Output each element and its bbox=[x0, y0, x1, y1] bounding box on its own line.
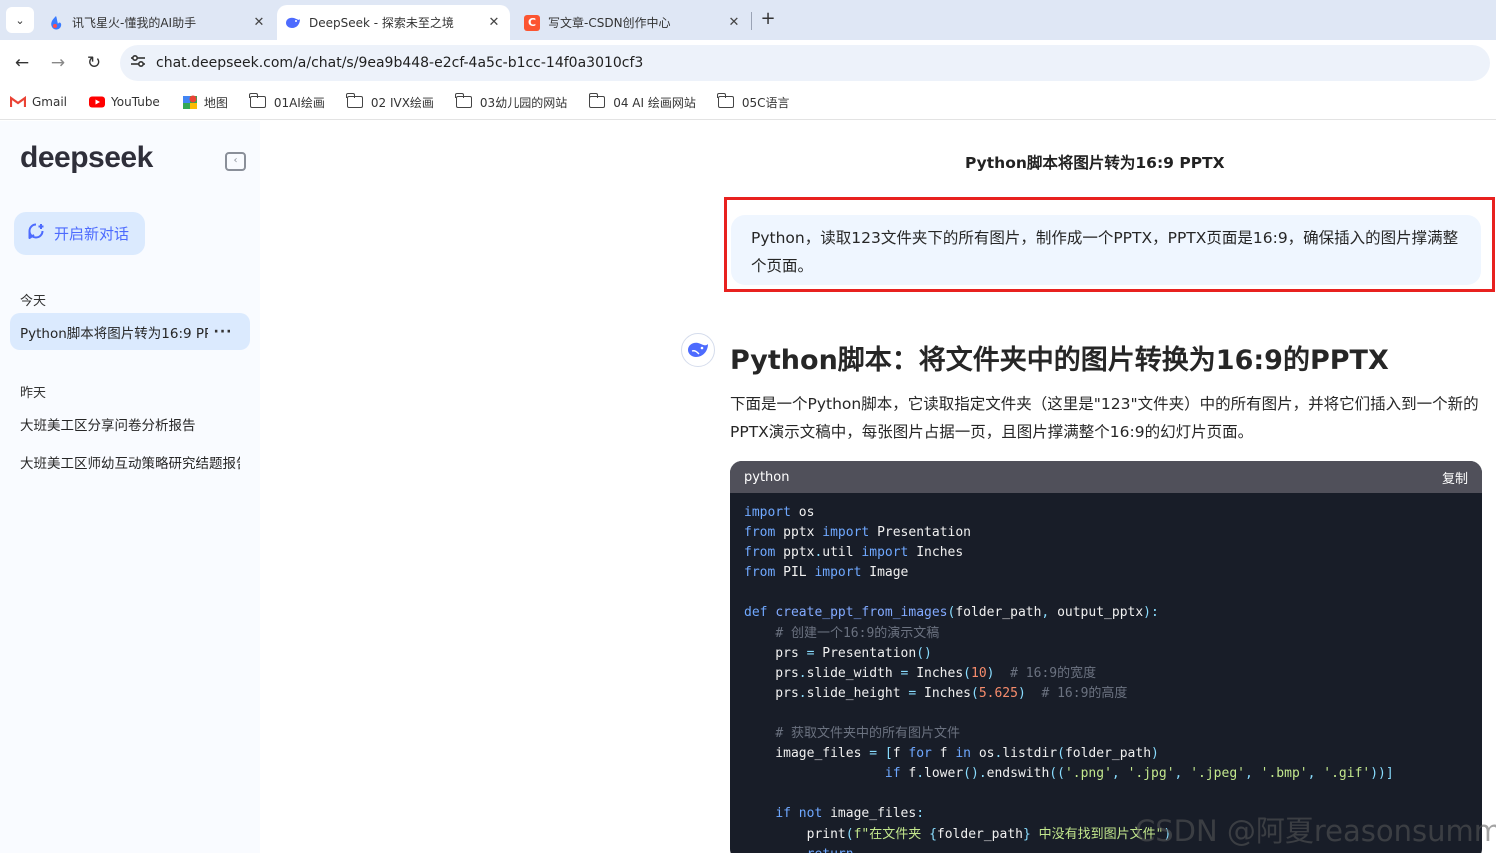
bookmark-folder-01[interactable]: 01AI绘画 bbox=[249, 93, 325, 111]
section-label-yesterday: 昨天 bbox=[20, 386, 47, 401]
bookmark-maps[interactable]: 地图 bbox=[182, 94, 228, 111]
conversation-item[interactable]: 大班美工区师幼互动策略研究结题报告 bbox=[10, 443, 250, 480]
conversation-title: 大班美工区师幼互动策略研究结题报告 bbox=[20, 455, 240, 472]
deepseek-whale-icon bbox=[285, 15, 301, 31]
url-text[interactable]: chat.deepseek.com/a/chat/s/9ea9b448-e2cf… bbox=[156, 55, 643, 71]
tab-label: 讯飞星火-懂我的AI助手 bbox=[72, 16, 197, 30]
conversation-item[interactable]: Python脚本将图片转为16:9 PPTX ··· bbox=[10, 313, 250, 350]
new-chat-button[interactable]: 开启新对话 bbox=[14, 212, 145, 255]
conversation-title: Python脚本将图片转为16:9 PPTX bbox=[20, 325, 208, 342]
spark-icon bbox=[48, 15, 64, 31]
answer-heading: Python脚本：将文件夹中的图片转换为16:9的PPTX bbox=[730, 345, 1389, 376]
bookmark-label: YouTube bbox=[111, 95, 160, 109]
close-tab-icon[interactable]: ✕ bbox=[486, 15, 502, 30]
folder-icon bbox=[588, 93, 606, 108]
tab-separator bbox=[751, 12, 752, 30]
tab-deepseek[interactable]: DeepSeek - 探索未至之境 ✕ bbox=[277, 5, 510, 40]
gmail-icon bbox=[10, 95, 26, 109]
browser-tabstrip: ⌄ 讯飞星火-懂我的AI助手 ✕ DeepSeek - 探索未至之境 ✕ C 写… bbox=[0, 0, 1496, 40]
conversation-item[interactable]: 大班美工区分享问卷分析报告 bbox=[10, 405, 250, 442]
folder-icon bbox=[455, 93, 472, 108]
csdn-watermark: CSDN @阿夏reasonsummer bbox=[1135, 814, 1496, 848]
reload-icon[interactable]: ↻ bbox=[81, 50, 107, 76]
bookmark-label: 04 AI 绘画网站 bbox=[613, 95, 696, 110]
maps-icon bbox=[182, 95, 198, 109]
bookmark-label: 地图 bbox=[203, 95, 228, 110]
csdn-icon: C bbox=[524, 14, 540, 31]
chat-area: Python脚本将图片转为16:9 PPTX Python，读取123文件夹下的… bbox=[260, 121, 1496, 853]
tab-label: 写文章-CSDN创作中心 bbox=[548, 16, 671, 30]
bookmark-folder-05[interactable]: 05C语言 bbox=[717, 93, 790, 111]
copy-code-button[interactable]: 复制 bbox=[1442, 468, 1468, 487]
bookmark-label: 01AI绘画 bbox=[273, 95, 325, 110]
code-block: python 复制 import os from pptx import Pre… bbox=[730, 461, 1482, 853]
bookmark-label: Gmail bbox=[32, 95, 68, 109]
code-block-header: python 复制 bbox=[730, 461, 1482, 493]
forward-arrow-icon[interactable]: → bbox=[45, 50, 71, 76]
new-chat-icon bbox=[26, 221, 46, 246]
bookmark-folder-03[interactable]: 03幼儿园的网站 bbox=[455, 93, 568, 111]
tab-xunfei[interactable]: 讯飞星火-懂我的AI助手 ✕ bbox=[40, 5, 275, 40]
tab-search-chevron-icon[interactable]: ⌄ bbox=[6, 7, 34, 33]
sidebar: deepseek ‹ 开启新对话 今天 Python脚本将图片转为16:9 PP… bbox=[0, 121, 260, 853]
answer-paragraph: 下面是一个Python脚本，它读取指定文件夹（这里是"123"文件夹）中的所有图… bbox=[730, 395, 1479, 441]
conversation-title: 大班美工区分享问卷分析报告 bbox=[20, 417, 196, 434]
section-label-today: 今天 bbox=[20, 294, 47, 309]
address-bar[interactable]: chat.deepseek.com/a/chat/s/9ea9b448-e2cf… bbox=[120, 45, 1490, 81]
bookmark-label: 02 IVX绘画 bbox=[370, 95, 434, 110]
bookmark-youtube[interactable]: YouTube bbox=[89, 95, 160, 109]
tab-csdn[interactable]: C 写文章-CSDN创作中心 ✕ bbox=[516, 5, 750, 40]
bookmarks-bar: Gmail YouTube 地图 01AI绘画 02 IVX绘画 03幼儿园的网… bbox=[0, 85, 1496, 120]
browser-toolbar: ← → ↻ chat.deepseek.com/a/chat/s/9ea9b44… bbox=[0, 40, 1496, 85]
folder-icon bbox=[346, 93, 363, 108]
code-language-label: python bbox=[744, 469, 790, 485]
bookmark-folder-04[interactable]: 04 AI 绘画网站 bbox=[588, 93, 696, 111]
youtube-icon bbox=[89, 95, 106, 109]
close-tab-icon[interactable]: ✕ bbox=[251, 15, 267, 30]
red-highlight-annotation bbox=[724, 197, 1495, 292]
new-chat-label: 开启新对话 bbox=[54, 225, 130, 243]
collapse-sidebar-icon[interactable]: ‹ bbox=[225, 152, 246, 171]
bookmark-gmail[interactable]: Gmail bbox=[10, 95, 67, 109]
deepseek-avatar-icon bbox=[681, 333, 715, 367]
more-options-icon[interactable]: ··· bbox=[208, 324, 238, 340]
new-tab-button[interactable]: + bbox=[758, 9, 778, 29]
code-content[interactable]: import os from pptx import Presentation … bbox=[730, 493, 1482, 853]
chat-title: Python脚本将图片转为16:9 PPTX bbox=[965, 154, 1225, 172]
folder-icon bbox=[249, 93, 266, 108]
bookmark-folder-02[interactable]: 02 IVX绘画 bbox=[346, 93, 434, 111]
tab-label: DeepSeek - 探索未至之境 bbox=[309, 16, 454, 30]
site-settings-icon[interactable] bbox=[120, 54, 156, 72]
deepseek-logo[interactable]: deepseek bbox=[20, 141, 153, 175]
folder-icon bbox=[717, 93, 734, 108]
close-tab-icon[interactable]: ✕ bbox=[726, 15, 742, 30]
back-arrow-icon[interactable]: ← bbox=[9, 50, 35, 76]
bookmark-label: 03幼儿园的网站 bbox=[479, 95, 568, 110]
bookmark-label: 05C语言 bbox=[741, 95, 790, 110]
